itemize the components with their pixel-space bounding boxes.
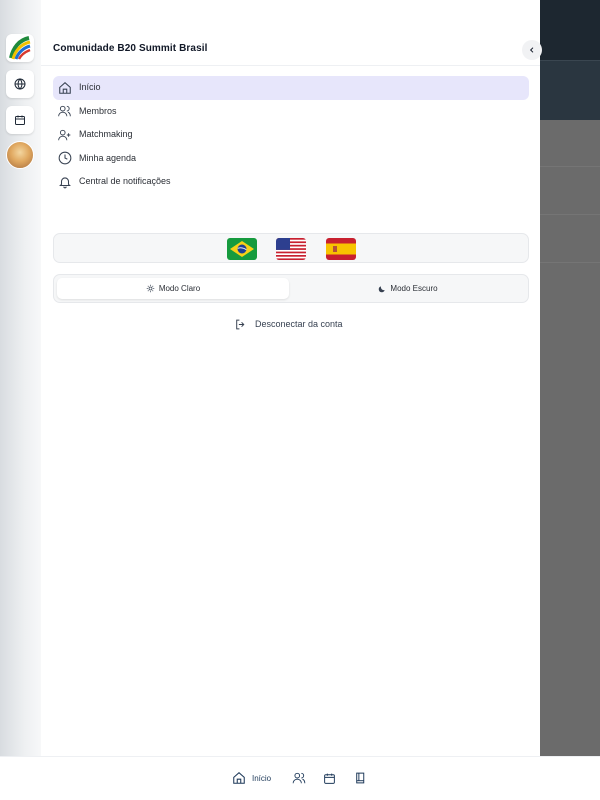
- community-logo-button[interactable]: [6, 34, 34, 62]
- light-mode-label: Modo Claro: [158, 284, 201, 293]
- nav-item-matchmaking[interactable]: Matchmaking: [53, 123, 529, 147]
- flag-spain-button[interactable]: [326, 238, 356, 260]
- background-band: [540, 60, 600, 120]
- bottom-tab-library[interactable]: [354, 768, 367, 788]
- bottom-tab-home[interactable]: Início: [232, 768, 271, 788]
- nav-item-label: Matchmaking: [79, 129, 133, 139]
- clock-icon: [57, 151, 72, 166]
- users-icon: [292, 772, 306, 784]
- globe-icon: [14, 78, 26, 90]
- nav-item-notificacoes[interactable]: Central de notificações: [53, 170, 529, 194]
- moon-icon: [379, 285, 386, 292]
- nav-item-label: Membros: [79, 105, 117, 116]
- bottom-tab-members[interactable]: [291, 768, 307, 788]
- globe-button[interactable]: [6, 70, 34, 98]
- bottom-tab-home-label: Início: [252, 773, 272, 783]
- nav-item-minha-agenda[interactable]: Minha agenda: [53, 147, 529, 171]
- background-divider: [540, 166, 600, 167]
- bell-icon: [57, 174, 72, 189]
- page-title: Comunidade B20 Summit Brasil: [53, 43, 208, 54]
- background-divider: [540, 214, 600, 215]
- bottom-nav: Início: [0, 756, 600, 800]
- nav-item-label: Central de notificações: [79, 176, 171, 186]
- dark-mode-button[interactable]: Modo Escuro: [292, 278, 524, 299]
- flag-spain-icon: [326, 238, 356, 260]
- nav-item-membros[interactable]: Membros: [53, 100, 529, 124]
- background-divider: [540, 262, 600, 263]
- dark-mode-label: Modo Escuro: [390, 284, 438, 293]
- flag-brazil-button[interactable]: [227, 238, 257, 260]
- drawer-nav: Início Membros Matchmaking Minha agenda …: [53, 76, 529, 194]
- avatar[interactable]: [6, 141, 34, 169]
- logout-button[interactable]: Desconectar da conta: [234, 316, 343, 332]
- left-rail: [0, 0, 41, 756]
- collapse-drawer-button[interactable]: [522, 40, 542, 60]
- user-plus-icon: [57, 127, 72, 142]
- nav-item-inicio[interactable]: Início: [53, 76, 529, 100]
- flag-brazil-icon: [227, 238, 257, 260]
- nav-item-label: Minha agenda: [79, 152, 137, 163]
- bottom-tab-calendar[interactable]: [323, 768, 336, 788]
- home-icon: [233, 772, 245, 784]
- chevron-left-icon: [529, 47, 534, 53]
- side-drawer: Comunidade B20 Summit Brasil Início Memb…: [41, 0, 542, 756]
- calendar-icon: [15, 115, 25, 125]
- logout-label: Desconectar da conta: [255, 319, 343, 329]
- light-mode-button[interactable]: Modo Claro: [57, 278, 289, 299]
- book-icon: [356, 772, 365, 784]
- calendar-button[interactable]: [6, 106, 34, 134]
- background-header: [540, 0, 600, 60]
- theme-toggle: Modo Claro Modo Escuro: [53, 274, 529, 303]
- logout-icon: [236, 319, 245, 329]
- flag-usa-button[interactable]: [276, 238, 306, 260]
- language-selector: [53, 233, 529, 263]
- sun-icon: [146, 284, 155, 293]
- calendar-icon: [324, 773, 335, 784]
- flag-usa-icon: [276, 238, 306, 260]
- b20-logo-icon: [9, 36, 31, 60]
- home-icon: [57, 80, 72, 95]
- drawer-header: Comunidade B20 Summit Brasil: [41, 30, 542, 66]
- nav-item-label: Início: [79, 82, 101, 92]
- users-icon: [57, 104, 72, 119]
